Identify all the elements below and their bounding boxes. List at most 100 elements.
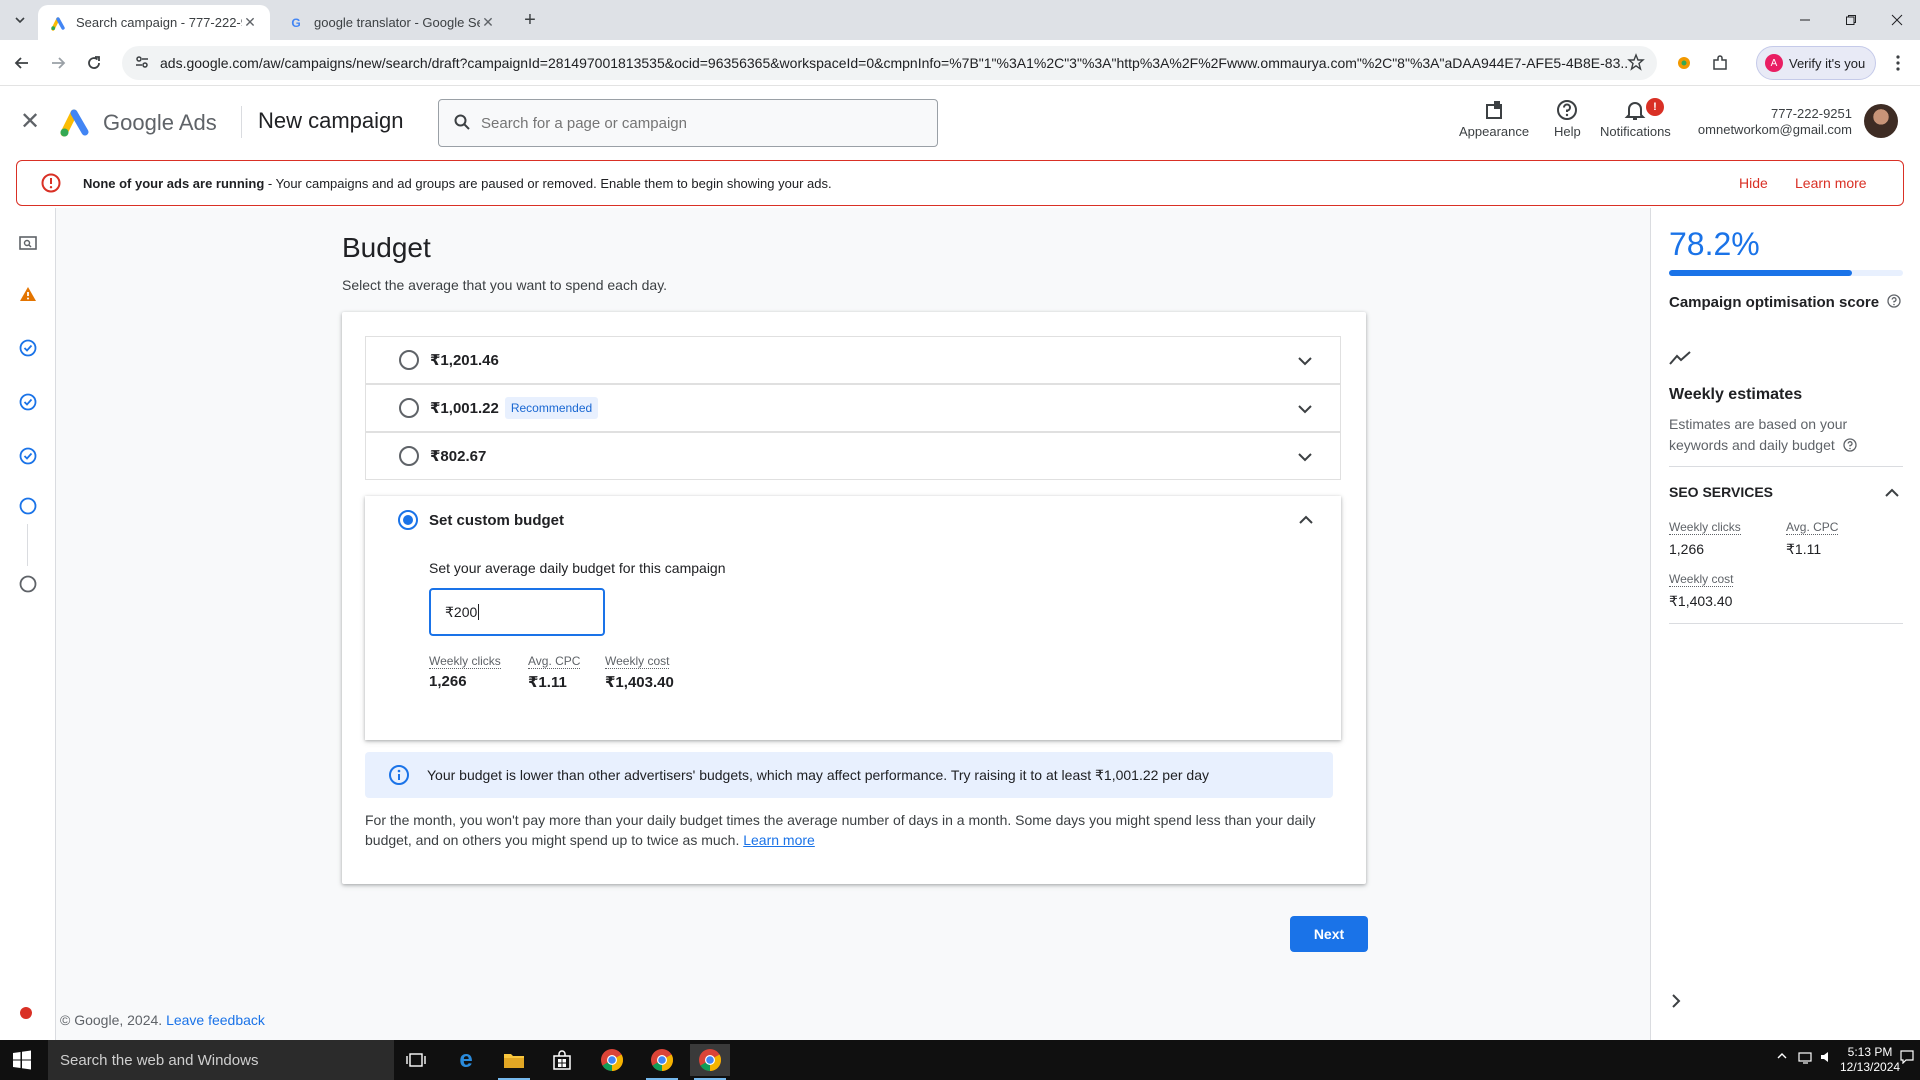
budget-option-radio[interactable] (399, 446, 419, 466)
chrome-icon[interactable] (592, 1044, 632, 1076)
error-indicator-icon[interactable] (20, 1007, 32, 1019)
help-circle-icon[interactable] (1887, 294, 1901, 308)
low-budget-notice: Your budget is lower than other advertis… (365, 752, 1333, 798)
bookmark-star-icon[interactable] (1627, 52, 1645, 74)
close-campaign-icon[interactable]: ✕ (20, 110, 40, 134)
url-text: ads.google.com/aw/campaigns/new/search/d… (160, 55, 1627, 71)
stat-label[interactable]: Weekly clicks (429, 654, 501, 669)
weekly-estimates-text: Estimates are based on your keywords and… (1669, 416, 1848, 453)
step-complete-icon[interactable] (18, 392, 38, 412)
budget-option-radio[interactable] (399, 398, 419, 418)
step-pending-icon[interactable] (18, 574, 38, 594)
chevron-up-icon[interactable] (1883, 484, 1901, 502)
alert-bold: None of your ads are running (83, 175, 265, 191)
taskbar-clock[interactable]: 5:13 PM 12/13/2024 (1840, 1045, 1900, 1075)
stat-label[interactable]: Weekly cost (605, 654, 670, 669)
address-bar[interactable]: ads.google.com/aw/campaigns/new/search/d… (122, 46, 1657, 80)
tab-close-icon[interactable]: ✕ (242, 14, 258, 31)
google-ads-logo-icon[interactable] (58, 106, 92, 138)
tray-chevron-icon[interactable] (1776, 1050, 1788, 1065)
alert-learn-more-link[interactable]: Learn more (1795, 175, 1867, 191)
back-icon[interactable] (8, 49, 36, 77)
clock-date: 12/13/2024 (1840, 1060, 1901, 1074)
tab-search-campaign[interactable]: Search campaign - 777-222-9251 ✕ (38, 5, 270, 40)
site-info-icon[interactable] (134, 54, 150, 73)
optimisation-score-label: Campaign optimisation score (1669, 294, 1901, 311)
stat-label[interactable]: Avg. CPC (528, 654, 581, 669)
edge-browser-icon[interactable]: e (446, 1044, 486, 1076)
leave-feedback-link[interactable]: Leave feedback (166, 1012, 265, 1028)
volume-icon[interactable] (1820, 1050, 1834, 1067)
hide-alert-link[interactable]: Hide (1739, 175, 1768, 191)
custom-budget-header[interactable]: Set custom budget (365, 496, 1341, 544)
browser-menu-icon[interactable] (1884, 49, 1912, 77)
next-button[interactable]: Next (1290, 916, 1368, 952)
reload-icon[interactable] (80, 49, 108, 77)
panel-weekly-clicks: Weekly clicks 1,266 (1669, 518, 1741, 557)
windows-start-icon[interactable] (12, 1050, 32, 1070)
help-label: Help (1554, 124, 1581, 139)
stat-value: ₹1,403.40 (605, 674, 674, 691)
custom-budget-radio[interactable] (398, 510, 418, 530)
daily-budget-input[interactable]: ₹200 (429, 588, 605, 636)
store-icon[interactable] (542, 1044, 582, 1076)
step-complete-icon[interactable] (18, 446, 38, 466)
account-info[interactable]: 777-222-9251 omnetworkom@gmail.com (1698, 106, 1852, 138)
recommended-badge: Recommended (504, 397, 599, 419)
tab-search-button[interactable] (6, 6, 34, 34)
chevron-down-icon[interactable] (1296, 352, 1314, 370)
chevron-down-icon[interactable] (1296, 448, 1314, 466)
budget-option-label: ₹1,001.22 (430, 400, 499, 417)
budget-title: Budget (342, 232, 431, 263)
step-current-icon[interactable] (18, 496, 38, 516)
stat-label[interactable]: Weekly cost (1669, 572, 1734, 587)
budget-option-label: ₹1,201.46 (430, 352, 499, 369)
help-button[interactable]: Help (1554, 96, 1581, 139)
step-complete-icon[interactable] (18, 338, 38, 358)
extension-icon[interactable] (1670, 49, 1698, 77)
chevron-up-icon[interactable] (1297, 511, 1315, 529)
notifications-button[interactable]: Notifications ! (1600, 96, 1671, 139)
page-search-field[interactable] (438, 99, 938, 147)
budget-option[interactable]: ₹802.67 (365, 432, 1341, 480)
budget-option[interactable]: ₹1,201.46 (365, 336, 1341, 384)
panel-avg-cpc: Avg. CPC ₹1.11 (1786, 518, 1839, 558)
chrome-profile-icon[interactable] (642, 1044, 682, 1080)
stat-value: ₹1,403.40 (1669, 593, 1733, 609)
chevron-down-icon[interactable] (1296, 400, 1314, 418)
appearance-label: Appearance (1459, 124, 1530, 139)
chrome-profile-active-icon[interactable] (690, 1044, 730, 1080)
help-circle-icon[interactable] (1843, 438, 1857, 452)
notification-badge: ! (1646, 98, 1664, 116)
stat-label[interactable]: Weekly clicks (1669, 520, 1741, 535)
taskbar-search[interactable]: Search the web and Windows (48, 1040, 394, 1080)
minimize-icon[interactable] (1782, 6, 1828, 34)
ads-header: ✕ Google Ads New campaign Appearance Hel… (0, 86, 1920, 158)
tab-google-translator[interactable]: G google translator - Google Search ✕ (276, 5, 508, 40)
stat-label[interactable]: Avg. CPC (1786, 520, 1839, 535)
verify-identity-button[interactable]: A Verify it's you (1756, 46, 1876, 80)
close-window-icon[interactable] (1874, 6, 1920, 34)
forward-icon[interactable] (44, 49, 72, 77)
budget-option-radio[interactable] (399, 350, 419, 370)
step-connector (27, 524, 28, 566)
tab-close-icon[interactable]: ✕ (480, 14, 496, 31)
task-view-icon[interactable] (396, 1044, 436, 1076)
user-avatar[interactable] (1864, 104, 1898, 138)
restore-icon[interactable] (1828, 6, 1874, 34)
extensions-puzzle-icon[interactable] (1706, 49, 1734, 77)
network-icon[interactable] (1798, 1050, 1814, 1067)
notifications-label: Notifications (1600, 124, 1671, 139)
monthly-learn-more-link[interactable]: Learn more (743, 832, 815, 848)
warning-icon[interactable] (18, 284, 38, 304)
new-tab-button[interactable]: + (516, 6, 544, 34)
account-id: 777-222-9251 (1771, 106, 1852, 121)
file-explorer-icon[interactable] (494, 1044, 534, 1080)
clock-time: 5:13 PM (1847, 1045, 1893, 1059)
search-input[interactable] (481, 114, 901, 132)
budget-option-recommended[interactable]: ₹1,001.22 Recommended (365, 384, 1341, 432)
appearance-button[interactable]: Appearance (1459, 96, 1529, 139)
chevron-right-icon[interactable] (1667, 992, 1685, 1010)
action-center-icon[interactable] (1900, 1050, 1914, 1067)
campaign-overview-icon[interactable] (18, 234, 38, 254)
